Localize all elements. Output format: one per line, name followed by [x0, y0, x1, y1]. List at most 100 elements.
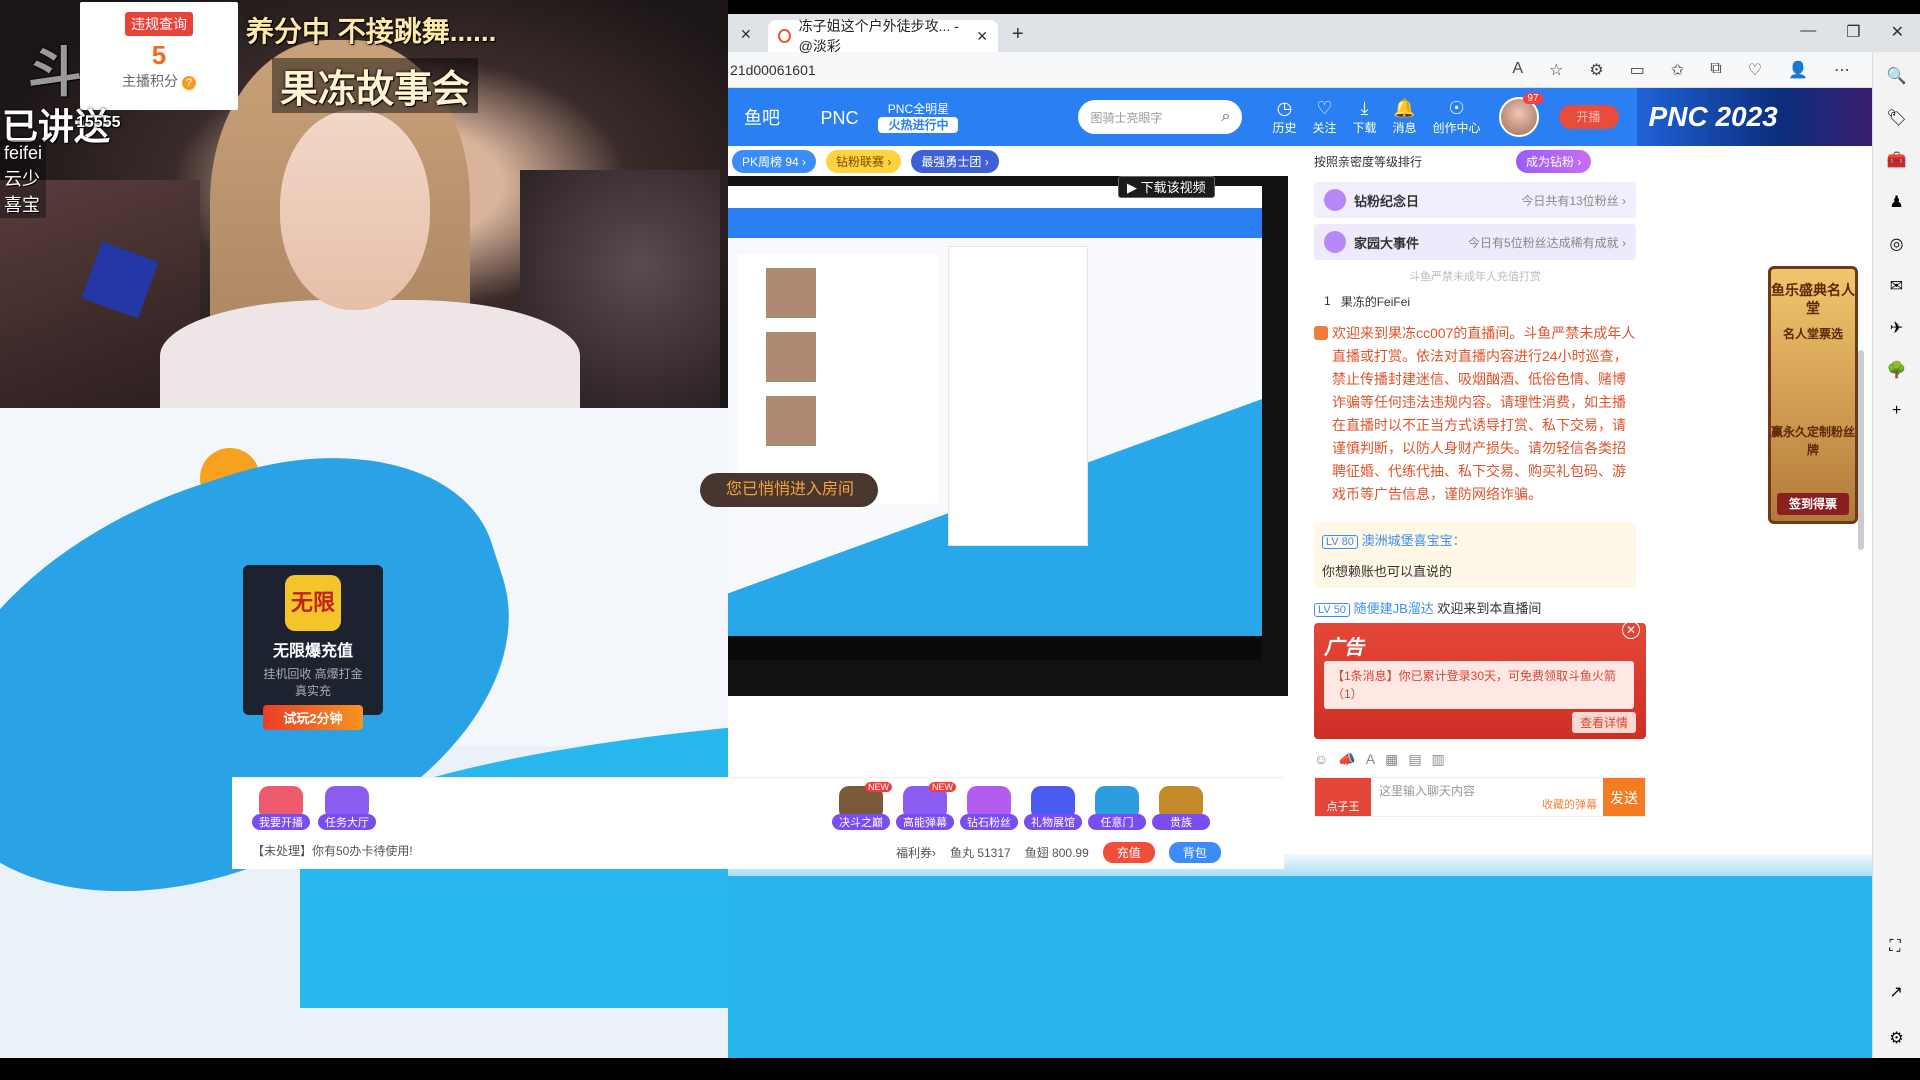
task-hall-gift[interactable]: 任务大厅 — [318, 786, 376, 830]
noble-gift[interactable]: 贵族 — [1152, 786, 1210, 830]
extensions-icon[interactable]: ⚙ — [1589, 60, 1603, 80]
search-input[interactable]: 图骑士亮眼字 ⌕ — [1078, 100, 1243, 134]
nav-yuba[interactable]: 鱼吧 — [744, 108, 780, 128]
browser-tab-active[interactable]: 冻子姐这个户外徒步攻... - @淡彩 ✕ — [768, 18, 998, 54]
overlay-top-text: 养分中 不接跳舞...... — [246, 16, 497, 47]
settings-icon[interactable]: ⚙ — [1889, 1028, 1903, 1048]
bag-button[interactable]: 背包 — [1168, 842, 1221, 863]
promo-card[interactable]: 无限 无限爆充值 挂机回收 高爆打金 真实充 试玩2分钟 — [243, 565, 383, 730]
box-icon[interactable]: ▥ — [1432, 751, 1445, 768]
violation-query-tag[interactable]: 违规查询 — [125, 12, 193, 36]
favorite-danmu-button[interactable]: 收藏的弹幕 — [1542, 796, 1597, 812]
browser-essentials-icon[interactable]: ♡ — [1748, 60, 1762, 80]
gift-hall-gift[interactable]: 礼物展馆 — [1024, 786, 1082, 830]
event-cta[interactable]: 签到得票 — [1777, 493, 1849, 515]
tree-icon[interactable]: 🌳 — [1887, 360, 1907, 380]
gift-label: 任务大厅 — [318, 814, 376, 830]
open-external-icon[interactable]: ↗ — [1889, 982, 1903, 1002]
become-fan-button[interactable]: 成为钻粉 › — [1516, 149, 1592, 173]
games-icon[interactable]: ♟ — [1889, 192, 1903, 212]
list-icon[interactable]: ▤ — [1408, 751, 1421, 768]
tag-icon[interactable]: 🏷 — [1886, 108, 1906, 128]
event-banner[interactable]: 鱼乐盛典名人堂 名人堂票选 赢永久定制粉丝牌 签到得票 — [1768, 266, 1858, 524]
lord-badge[interactable]: 点子王 — [1315, 778, 1371, 816]
recharge-button[interactable]: 充值 — [1102, 842, 1155, 863]
search-icon[interactable]: ⌕ — [1222, 108, 1231, 126]
avatar[interactable]: 97 — [1498, 93, 1543, 137]
chat-input[interactable]: 这里输入聊天内容 收藏的弹幕 — [1371, 778, 1603, 816]
favorite-icon[interactable]: ☆ — [1549, 60, 1563, 80]
m365-icon[interactable]: ◎ — [1890, 234, 1904, 254]
nested-image — [766, 396, 816, 446]
add-icon[interactable]: + — [1892, 402, 1901, 420]
promo-title: 无限爆充值 — [272, 643, 353, 660]
screenshot-icon[interactable]: ⛶ — [1889, 938, 1903, 956]
home-event-row[interactable]: 家园大事件 今日有5位粉丝达成稀有成就 › — [1314, 224, 1636, 260]
new-tab-button[interactable]: + — [1012, 23, 1024, 46]
rank-number: 1 — [1324, 294, 1331, 308]
promo-cta[interactable]: 试玩2分钟 — [263, 705, 363, 730]
pnc-banner[interactable]: PNC 2023 — [1636, 88, 1872, 146]
webcam-overlay: 斗 违规查询 5 主播积分 ? 养分中 不接跳舞...... 果冻故事会 已讲送… — [0, 0, 728, 408]
tools-icon[interactable]: 🧰 — [1887, 150, 1907, 170]
close-window-button[interactable]: ✕ — [1891, 22, 1904, 42]
warrior-team-chip[interactable]: 最强勇士团 › — [911, 149, 999, 173]
send-button[interactable]: 发送 — [1603, 778, 1645, 816]
nested-feed — [738, 254, 938, 504]
maximize-button[interactable]: ❐ — [1846, 22, 1860, 42]
fan-anniversary-row[interactable]: 钻粉纪念日 今日共有13位粉丝 › — [1314, 182, 1636, 218]
history-icon: ◷ — [1276, 98, 1293, 118]
ad-details-button[interactable]: 查看详情 — [1571, 712, 1636, 733]
profile-icon[interactable]: 👤 — [1788, 60, 1808, 80]
help-icon[interactable]: ? — [181, 76, 196, 90]
card-notice[interactable]: 【未处理】你有50办卡待使用! — [252, 842, 413, 859]
room-subbar: PK周榜 94 › 钻粉联赛 › 最强勇士团 › — [728, 146, 1288, 176]
read-aloud-icon[interactable]: A — [1512, 60, 1523, 80]
close-icon[interactable]: ✕ — [976, 28, 988, 45]
chat-nick[interactable]: 随便建JB溜达 — [1354, 601, 1434, 616]
diamond-fan-gift[interactable]: 钻石粉丝 — [960, 786, 1018, 830]
video-player[interactable]: ▶ 下载该视频 — [728, 176, 1288, 696]
broadcast-icon[interactable]: 📣 — [1338, 751, 1355, 768]
chat-system-notice: 欢迎来到果冻cc007的直播间。斗鱼严禁未成年人直播或打赏。依法对直播内容进行2… — [1314, 322, 1636, 506]
portal-gift[interactable]: 任意门 — [1088, 786, 1146, 830]
history-button[interactable]: ◷ 历史 — [1272, 98, 1296, 136]
video-control-bar[interactable] — [728, 636, 1262, 660]
start-live-gift[interactable]: 我要开播 — [252, 786, 310, 830]
message-button[interactable]: 🔔 消息 — [1393, 98, 1417, 136]
start-live-button[interactable]: 开播 — [1558, 105, 1619, 129]
creator-center-button[interactable]: ☉ 创作中心 — [1433, 98, 1481, 136]
barrage-gift[interactable]: 高能弹幕 NEW — [896, 782, 956, 830]
more-icon[interactable]: ⋯ — [1834, 60, 1850, 80]
welfare-link[interactable]: 福利券› — [896, 844, 936, 861]
url-input[interactable]: 21d00061601 — [728, 62, 816, 78]
panel-icon[interactable]: ▦ — [1385, 751, 1398, 768]
search-icon[interactable]: 🔍 — [1887, 66, 1907, 86]
follow-button[interactable]: ♡ 关注 — [1312, 98, 1336, 136]
favorites-icon[interactable]: ✩ — [1671, 60, 1684, 80]
outlook-icon[interactable]: ✉ — [1890, 276, 1903, 296]
duel-gift[interactable]: 决斗之巅 NEW — [832, 782, 892, 830]
nested-image — [766, 332, 816, 382]
send-icon[interactable]: ✈ — [1890, 318, 1903, 338]
split-screen-icon[interactable]: ▭ — [1630, 60, 1645, 80]
fish-ball-count: 鱼丸 51317 — [950, 846, 1011, 860]
nav-pnc[interactable]: PNC — [820, 108, 858, 128]
chat-nick[interactable]: 澳洲城堡喜宝宝： — [1362, 533, 1466, 548]
streamer-face — [280, 110, 430, 310]
close-icon[interactable]: ✕ — [740, 26, 752, 43]
fan-league-chip[interactable]: 钻粉联赛 › — [826, 149, 902, 173]
emoji-icon[interactable]: ☺ — [1314, 751, 1328, 767]
scrollbar[interactable] — [1858, 350, 1864, 550]
close-icon[interactable]: ✕ — [1622, 621, 1640, 639]
minimize-button[interactable]: — — [1800, 22, 1816, 42]
creator-label: 创作中心 — [1432, 121, 1481, 135]
download-video-button[interactable]: ▶ 下载该视频 — [1118, 176, 1215, 198]
rank-row[interactable]: 1 果冻的FeiFei — [1314, 290, 1636, 312]
font-icon[interactable]: A — [1366, 751, 1375, 767]
download-button[interactable]: ⤓ 下载 — [1353, 98, 1377, 136]
pnc-allstar-pill[interactable]: PNC全明星 火热进行中 — [878, 101, 959, 133]
streamer-score: 5 — [151, 40, 167, 70]
collections-icon[interactable]: ⧉ — [1710, 60, 1721, 80]
pk-weekly-chip[interactable]: PK周榜 94 › — [732, 149, 817, 173]
